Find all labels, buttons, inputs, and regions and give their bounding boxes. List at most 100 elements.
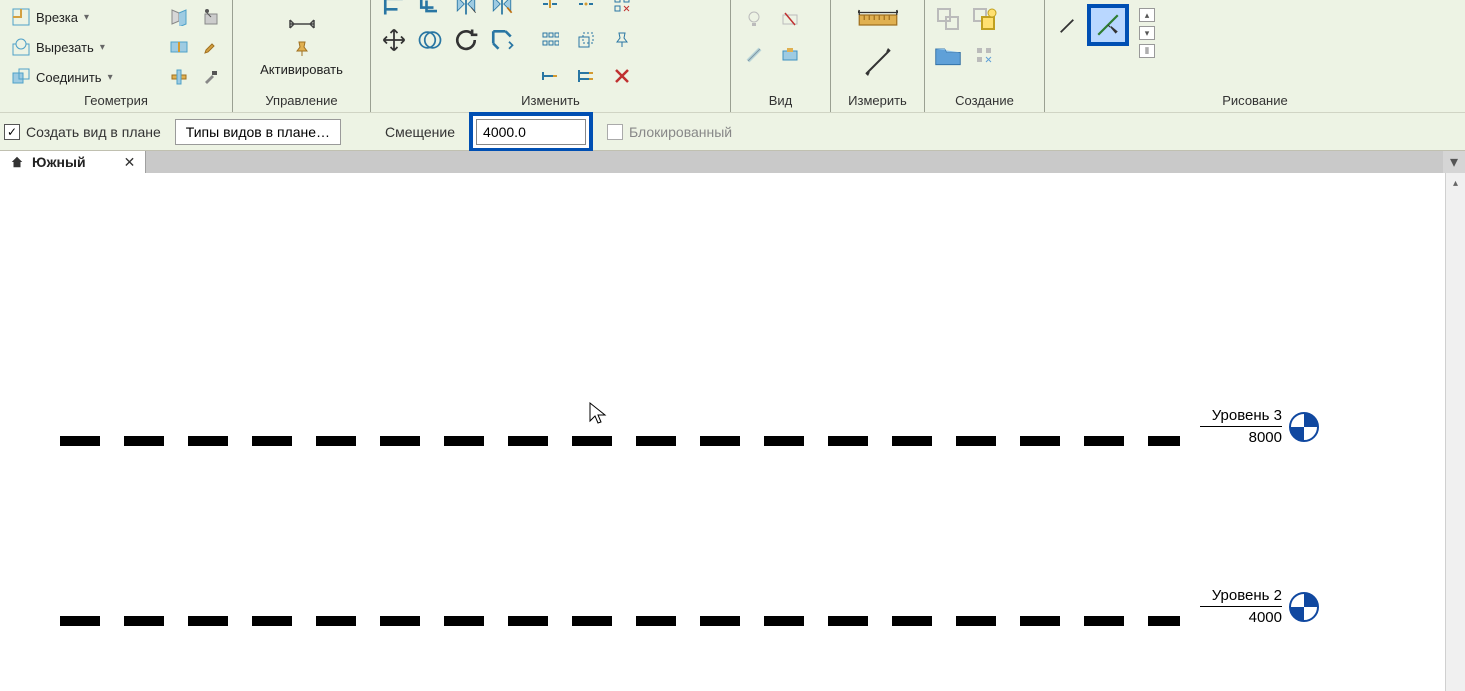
- scale-button[interactable]: [572, 26, 600, 54]
- mirror-pick-icon: [452, 0, 480, 20]
- array-linear-button[interactable]: [536, 26, 564, 54]
- locked-label: Блокированный: [629, 124, 732, 140]
- move-icon: [380, 24, 408, 56]
- panel-modify-title: Изменить: [371, 91, 730, 112]
- panel-draw-title: Рисование: [1045, 91, 1465, 112]
- create-plan-view-option[interactable]: ✓ Создать вид в плане: [4, 124, 161, 140]
- pick-lines-icon: [1095, 12, 1121, 38]
- lightbulb-button[interactable]: [740, 5, 768, 33]
- scroll-up-button[interactable]: ▴: [1446, 173, 1465, 193]
- level-2-name: Уровень 2: [1212, 587, 1282, 604]
- panel-create: Создание: [924, 0, 1044, 112]
- hide-icon: [781, 10, 799, 28]
- panel-draw: ▴ ▾ ⦀ Рисование: [1044, 0, 1465, 112]
- plan-view-types-button[interactable]: Типы видов в плане…: [175, 119, 341, 145]
- delete-button[interactable]: [608, 62, 636, 90]
- offset-button[interactable]: [416, 0, 444, 18]
- level-3-line[interactable]: [60, 421, 1180, 461]
- extend-icon: [541, 67, 559, 85]
- draw-line-button[interactable]: [1053, 12, 1081, 40]
- panel-view-title: Вид: [731, 91, 830, 112]
- align-button[interactable]: [380, 0, 408, 18]
- spinner-menu[interactable]: ⦀: [1139, 44, 1155, 58]
- panel-measure-title: Измерить: [831, 91, 924, 112]
- level-3-head[interactable]: Уровень 3 8000: [1200, 407, 1320, 446]
- home-icon: [10, 155, 24, 169]
- split-face-button[interactable]: [166, 33, 192, 61]
- offset-input[interactable]: [476, 119, 586, 145]
- panel-control-title: Управление: [233, 91, 370, 112]
- lightbulb-icon: [745, 10, 763, 28]
- create-group-button[interactable]: [934, 41, 962, 69]
- hide-button[interactable]: [776, 5, 804, 33]
- panel-geometry: Врезка ▾ Вырезать ▾ Соединить ▾: [0, 0, 232, 112]
- create-plan-view-checkbox[interactable]: ✓: [4, 124, 20, 140]
- drawing-canvas[interactable]: Уровень 3 8000 Уровень 2 4000 ▴: [0, 173, 1465, 691]
- join-button[interactable]: Соединить ▾: [8, 63, 117, 91]
- array-linear-icon: [541, 31, 559, 49]
- array-button[interactable]: [608, 0, 636, 18]
- panel-measure: Измерить: [830, 0, 924, 112]
- extend-button[interactable]: [536, 62, 564, 90]
- create-parts-button[interactable]: [970, 41, 998, 69]
- split-gap-icon: [577, 0, 595, 13]
- offset-highlight: [469, 112, 593, 152]
- spinner-down[interactable]: ▾: [1139, 26, 1155, 40]
- ruler-icon[interactable]: [858, 4, 898, 36]
- reveal-button[interactable]: [776, 41, 804, 69]
- thin-lines-icon: [745, 46, 763, 64]
- activate-label: Активировать: [260, 62, 343, 77]
- demolish-button[interactable]: [198, 3, 224, 31]
- cut-geom-icon: [12, 38, 30, 56]
- locked-option[interactable]: Блокированный: [607, 124, 732, 140]
- demolish-icon: [202, 8, 220, 26]
- level-3-name: Уровень 3: [1212, 407, 1282, 424]
- thin-lines-button[interactable]: [740, 41, 768, 69]
- level-2-line[interactable]: [60, 601, 1180, 641]
- view-tab-label: Южный: [32, 154, 86, 170]
- beam-join-icon: [170, 68, 188, 86]
- mirror-pick-button[interactable]: [452, 0, 480, 18]
- split-button[interactable]: [536, 0, 564, 18]
- paint-button[interactable]: [198, 33, 224, 61]
- cope-button[interactable]: Врезка ▾: [8, 3, 117, 31]
- create-similar-button[interactable]: [934, 5, 962, 33]
- locked-checkbox[interactable]: [607, 124, 623, 140]
- wall-opening-icon: [170, 8, 188, 26]
- level-marker-icon: [1288, 591, 1320, 623]
- extend-multi-button[interactable]: [572, 62, 600, 90]
- spinner-up[interactable]: ▴: [1139, 8, 1155, 22]
- cut-label: Вырезать: [36, 40, 94, 55]
- beam-join-button[interactable]: [166, 63, 192, 91]
- close-tab-button[interactable]: ✕: [124, 154, 136, 171]
- offset-icon: [416, 0, 444, 20]
- pin-toggle-button[interactable]: [608, 26, 636, 54]
- cut-button[interactable]: Вырезать ▾: [8, 33, 117, 61]
- split-gap-button[interactable]: [572, 0, 600, 18]
- tab-overflow-button[interactable]: ▾: [1443, 151, 1465, 173]
- measure-icon[interactable]: [860, 46, 896, 78]
- trim-button[interactable]: [488, 26, 516, 54]
- level-2-head[interactable]: Уровень 2 4000: [1200, 587, 1320, 626]
- panel-create-title: Создание: [925, 91, 1044, 112]
- mirror-draw-button[interactable]: [488, 0, 516, 18]
- copy-button[interactable]: [416, 26, 444, 54]
- split-icon: [541, 0, 559, 13]
- extend-multi-icon: [577, 67, 595, 85]
- create-assembly-button[interactable]: [970, 5, 998, 33]
- pick-lines-button[interactable]: [1087, 4, 1129, 46]
- dimension-icon: [286, 8, 318, 40]
- panel-control: Активировать Управление: [232, 0, 370, 112]
- dropdown-icon: ▾: [108, 72, 113, 83]
- mouse-cursor-icon: [588, 401, 608, 425]
- wall-opening-button[interactable]: [166, 3, 192, 31]
- vertical-scrollbar[interactable]: ▴: [1445, 173, 1465, 691]
- rotate-button[interactable]: [452, 26, 480, 54]
- create-similar-icon: [934, 3, 962, 35]
- hammer-button[interactable]: [198, 63, 224, 91]
- activate-button[interactable]: Активировать: [252, 4, 351, 81]
- move-button[interactable]: [380, 26, 408, 54]
- level-2-value: 4000: [1249, 609, 1282, 626]
- view-tab-south[interactable]: Южный ✕: [0, 151, 146, 173]
- create-tools: [933, 4, 999, 70]
